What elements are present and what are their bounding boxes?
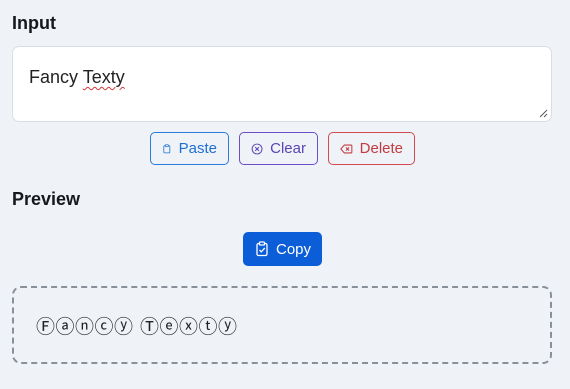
preview-section-title: Preview (12, 189, 81, 209)
delete-label: Delete (359, 140, 403, 157)
circle-x-icon (251, 143, 263, 154)
input-text-word1: Fancy (29, 67, 83, 87)
input-text-word2-misspelled: Texty (82, 67, 125, 87)
paste-label: Paste (178, 140, 217, 157)
text-input[interactable]: Fancy Texty (12, 46, 552, 122)
backspace-icon (340, 144, 353, 153)
input-section-title: Input (12, 13, 56, 33)
copy-button[interactable]: Copy (243, 232, 322, 266)
paste-button[interactable]: Paste (150, 132, 229, 165)
preview-output: Ⓕⓐⓝⓒⓨ Ⓣⓔⓧⓣⓨ (12, 286, 552, 364)
clipboard-icon (163, 143, 171, 153)
delete-button[interactable]: Delete (328, 132, 415, 165)
app-root: Input Fancy Texty Paste Clear Delete Pre… (0, 0, 570, 389)
clipboard-check-icon (256, 241, 268, 257)
copy-label: Copy (275, 240, 312, 258)
clear-label: Clear (270, 140, 306, 157)
preview-text: Ⓕⓐⓝⓒⓨ Ⓣⓔⓧⓣⓨ (36, 316, 238, 338)
resize-handle-icon[interactable] (539, 109, 548, 118)
clear-button[interactable]: Clear (239, 132, 318, 165)
input-actions: Paste Clear Delete (150, 132, 415, 165)
